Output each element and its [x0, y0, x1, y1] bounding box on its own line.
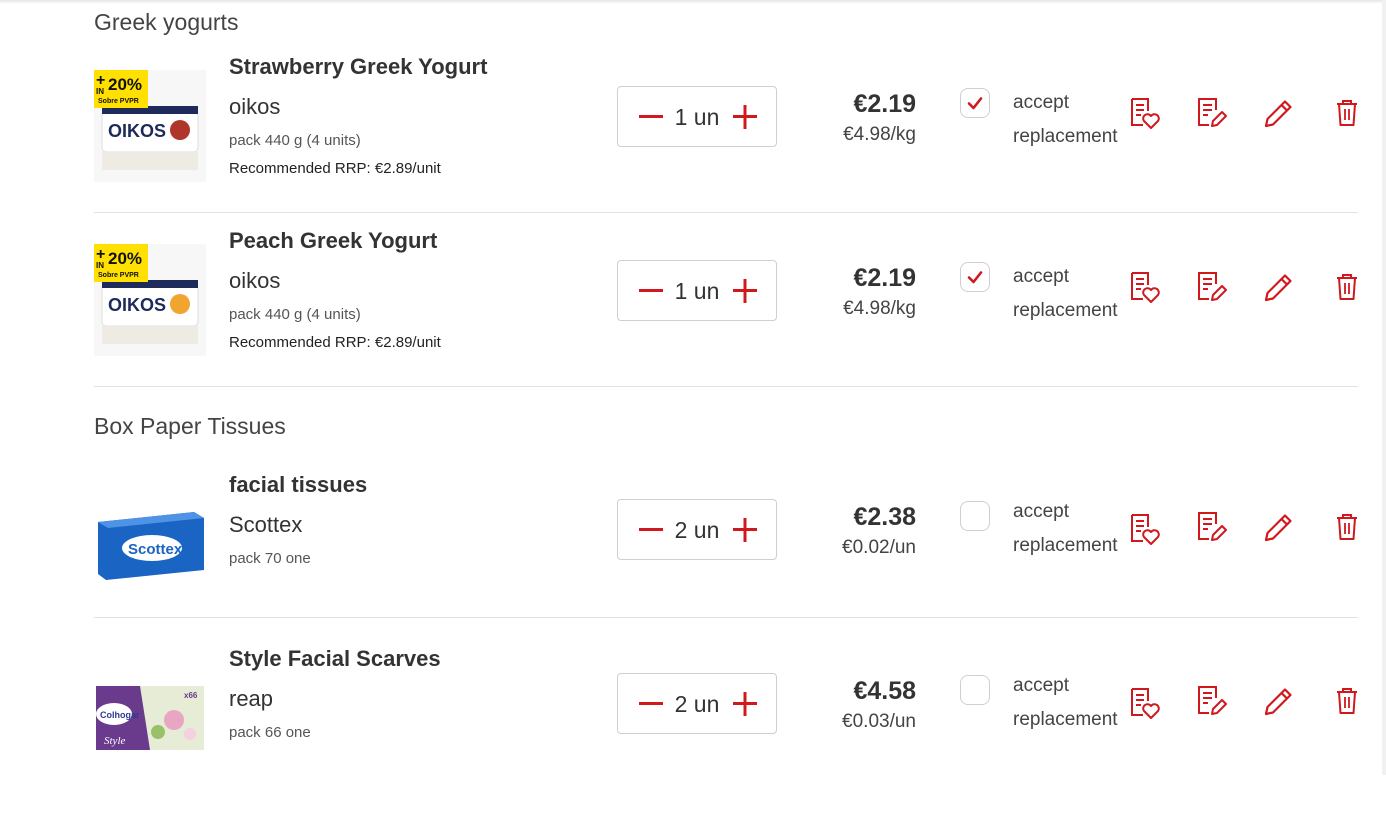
- style-text: Style: [104, 735, 125, 747]
- product-price: €2.19: [853, 264, 916, 292]
- accept-replacement-label[interactable]: accept replacement: [1013, 260, 1118, 328]
- product-pack: pack 70 one: [229, 550, 311, 567]
- product-name[interactable]: facial tissues: [229, 472, 367, 498]
- pencil-icon[interactable]: [1261, 510, 1295, 544]
- top-shadow: [0, 0, 1386, 4]
- row-divider: [94, 386, 1358, 387]
- shopping-list-heart-icon[interactable]: [1127, 96, 1161, 130]
- check-icon: [967, 97, 983, 110]
- product-brand: oikos: [229, 268, 281, 293]
- row-divider: [94, 212, 1358, 213]
- product-pack: pack 440 g (4 units): [229, 132, 361, 149]
- accept-replacement-checkbox[interactable]: [960, 88, 990, 118]
- note-edit-icon[interactable]: [1194, 96, 1228, 130]
- shopping-list-heart-icon[interactable]: [1127, 512, 1161, 546]
- product-rrp: Recommended RRP: €2.89/unit: [229, 334, 441, 351]
- row-divider: [94, 617, 1358, 618]
- product-pack: pack 440 g (4 units): [229, 306, 361, 323]
- plus-icon[interactable]: [732, 691, 758, 717]
- product-name[interactable]: Strawberry Greek Yogurt: [229, 54, 487, 80]
- product-row: OIKOS + IN 20% Sobre PVPR Strawberry Gre…: [94, 54, 1358, 228]
- quantity-stepper: 2 un: [617, 499, 777, 560]
- product-brand: reap: [229, 686, 274, 711]
- trash-icon[interactable]: [1330, 270, 1364, 304]
- product-price: €2.38: [853, 503, 916, 531]
- quantity-stepper: 1 un: [617, 86, 777, 147]
- product-brand: Scottex: [229, 512, 303, 537]
- accept-replacement-label[interactable]: accept replacement: [1013, 669, 1118, 737]
- product-brand: oikos: [229, 94, 281, 119]
- unit-price: €0.02/un: [842, 537, 916, 558]
- product-price: €4.58: [853, 677, 916, 705]
- accept-replacement-checkbox[interactable]: [960, 262, 990, 292]
- product-rrp: Recommended RRP: €2.89/unit: [229, 160, 441, 177]
- svg-text:20%: 20%: [108, 249, 142, 268]
- promo-badge: + IN 20% Sobre PVPR: [94, 244, 148, 282]
- quantity-stepper: 2 un: [617, 673, 777, 734]
- product-pack: pack 66 one: [229, 724, 311, 741]
- product-image[interactable]: Colhogar Style x66: [94, 662, 206, 774]
- product-row: Scottex facial tissues Scottex pack 70 o…: [94, 472, 1358, 646]
- product-row: OIKOS + IN 20% Sobre PVPR Peach Greek Yo…: [94, 228, 1358, 402]
- shopping-list-heart-icon[interactable]: [1127, 270, 1161, 304]
- unit-price: €4.98/kg: [843, 298, 916, 319]
- note-edit-icon[interactable]: [1194, 684, 1228, 718]
- plus-icon[interactable]: [732, 104, 758, 130]
- plus-icon[interactable]: [732, 278, 758, 304]
- product-image[interactable]: OIKOS + IN 20% Sobre PVPR: [94, 244, 206, 356]
- yogurt-brand-text: OIKOS: [108, 295, 166, 315]
- svg-text:20%: 20%: [108, 75, 142, 94]
- trash-icon[interactable]: [1330, 510, 1364, 544]
- accept-replacement-label[interactable]: accept replacement: [1013, 495, 1118, 563]
- note-edit-icon[interactable]: [1194, 510, 1228, 544]
- svg-text:Sobre PVPR: Sobre PVPR: [98, 272, 139, 279]
- scrollbar-track[interactable]: [1382, 0, 1386, 775]
- product-price: €2.19: [853, 90, 916, 118]
- pencil-icon[interactable]: [1261, 270, 1295, 304]
- product-image[interactable]: Scottex: [94, 488, 206, 600]
- svg-text:IN: IN: [96, 87, 104, 96]
- product-name[interactable]: Peach Greek Yogurt: [229, 228, 437, 254]
- scottex-brand-text: Scottex: [128, 541, 183, 558]
- product-row: Colhogar Style x66 Style Facial Scarves …: [94, 646, 1358, 820]
- accept-replacement-label[interactable]: accept replacement: [1013, 86, 1118, 154]
- trash-icon[interactable]: [1330, 684, 1364, 718]
- product-image[interactable]: OIKOS + IN 20% Sobre PVPR: [94, 70, 206, 182]
- svg-text:IN: IN: [96, 261, 104, 270]
- accept-replacement-checkbox[interactable]: [960, 501, 990, 531]
- yogurt-brand-text: OIKOS: [108, 121, 166, 141]
- count-text: x66: [184, 691, 198, 700]
- plus-icon[interactable]: [732, 517, 758, 543]
- unit-price: €0.03/un: [842, 711, 916, 732]
- pencil-icon[interactable]: [1261, 684, 1295, 718]
- quantity-stepper: 1 un: [617, 260, 777, 321]
- pencil-icon[interactable]: [1261, 96, 1295, 130]
- colhogar-brand-text: Colhogar: [100, 710, 140, 720]
- product-name[interactable]: Style Facial Scarves: [229, 646, 441, 672]
- unit-price: €4.98/kg: [843, 124, 916, 145]
- check-icon: [967, 271, 983, 284]
- category-title: Greek yogurts: [94, 9, 239, 35]
- shopping-list-heart-icon[interactable]: [1127, 686, 1161, 720]
- promo-badge: + IN 20% Sobre PVPR: [94, 70, 148, 108]
- accept-replacement-checkbox[interactable]: [960, 675, 990, 705]
- note-edit-icon[interactable]: [1194, 270, 1228, 304]
- trash-icon[interactable]: [1330, 96, 1364, 130]
- category-title: Box Paper Tissues: [94, 413, 286, 439]
- svg-text:Sobre PVPR: Sobre PVPR: [98, 98, 139, 105]
